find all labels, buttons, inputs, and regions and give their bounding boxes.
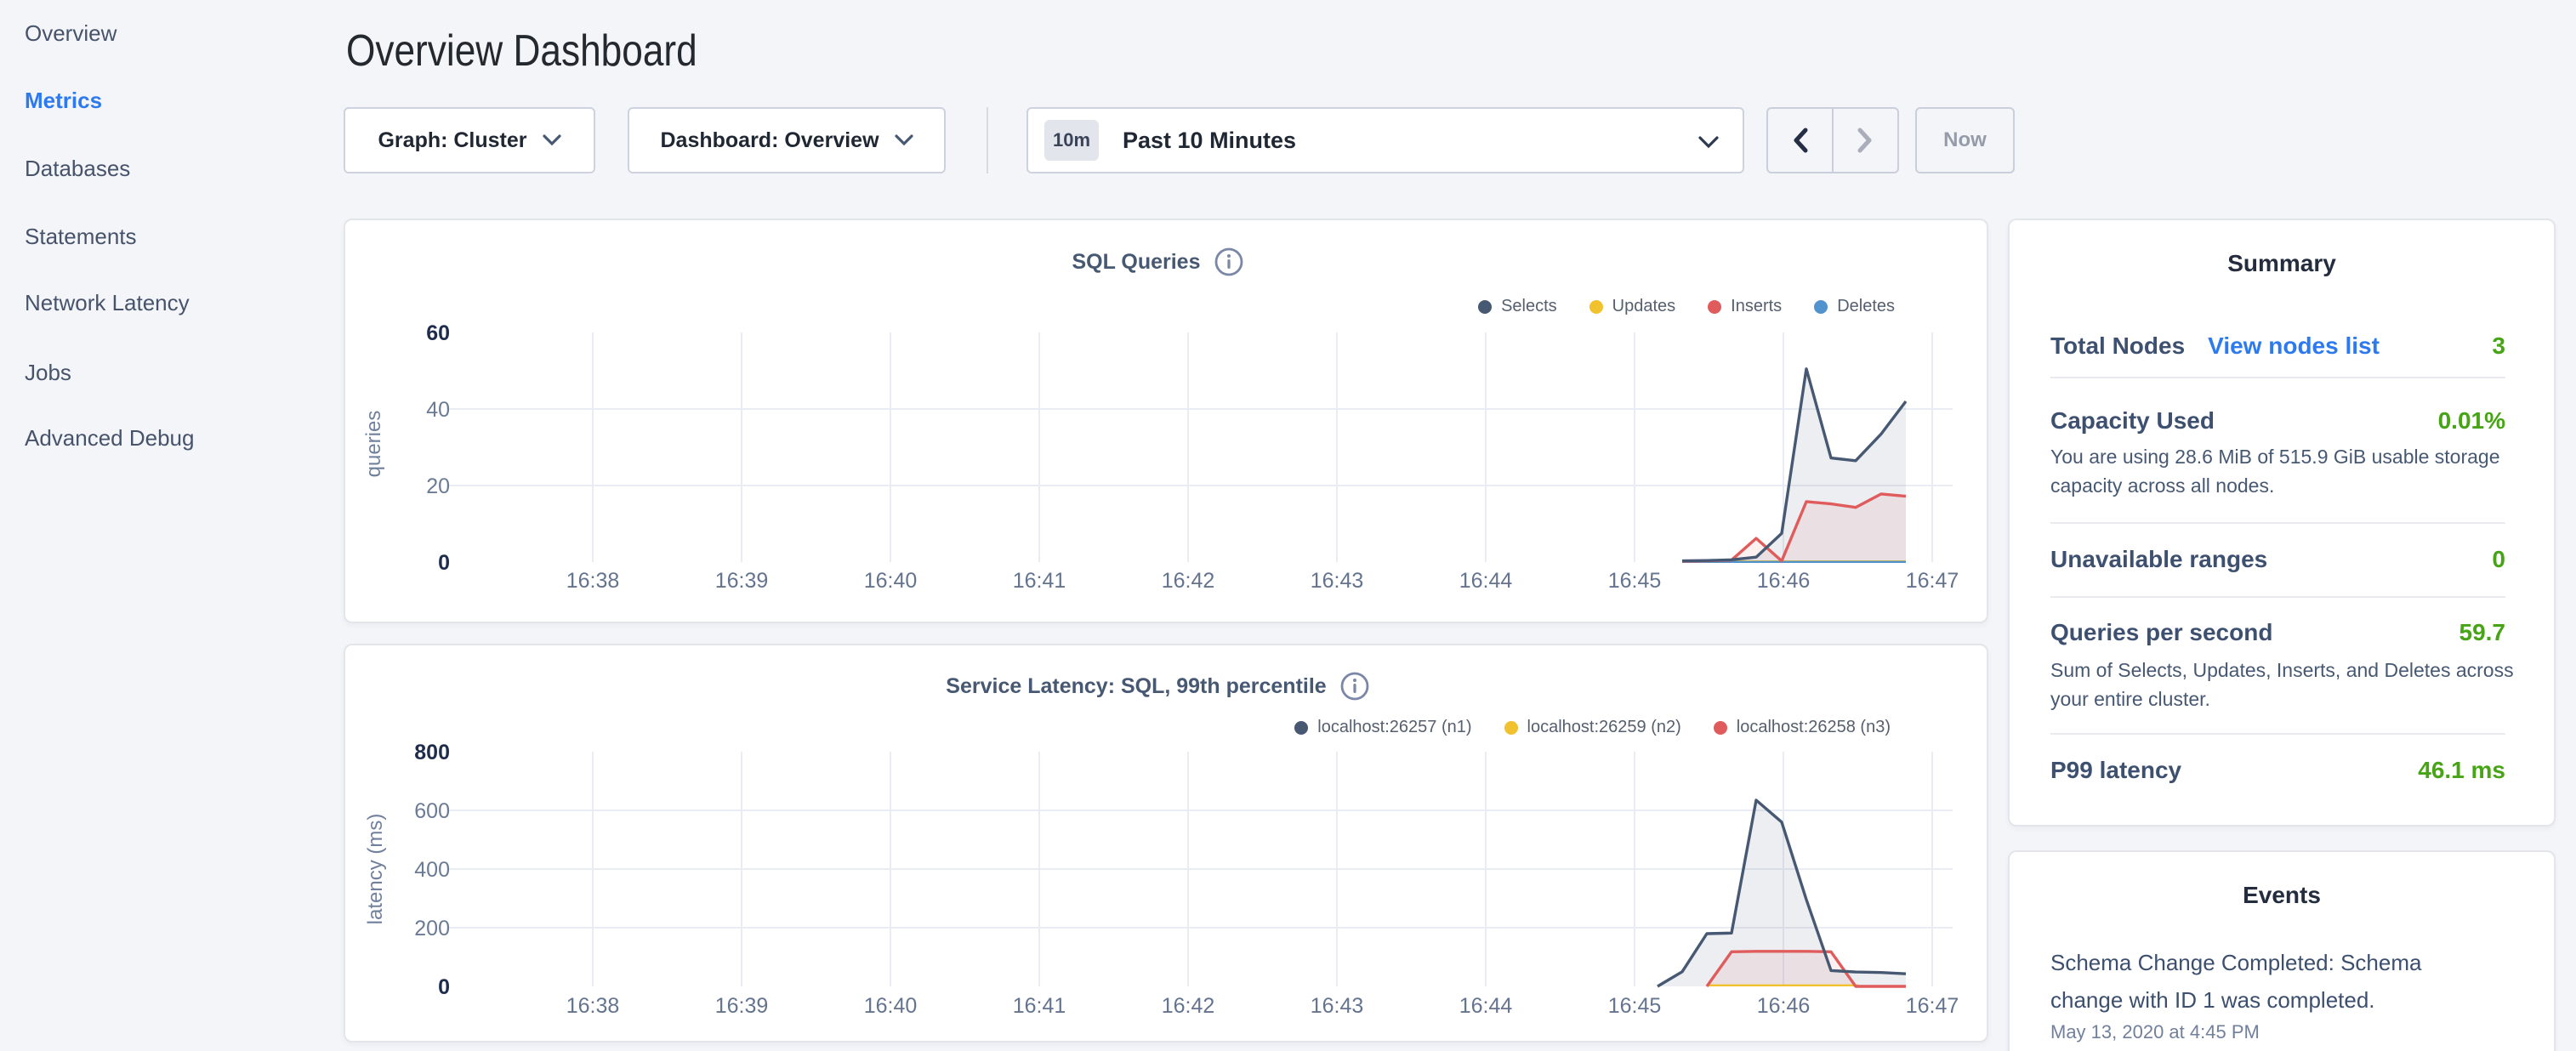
svg-text:16:46: 16:46 bbox=[1757, 569, 1811, 593]
svg-text:16:44: 16:44 bbox=[1459, 569, 1513, 593]
svg-text:queries: queries bbox=[362, 411, 385, 478]
svg-text:16:42: 16:42 bbox=[1162, 994, 1215, 1018]
svg-text:0: 0 bbox=[438, 975, 450, 999]
svg-text:16:45: 16:45 bbox=[1608, 994, 1662, 1018]
svg-text:16:40: 16:40 bbox=[864, 994, 918, 1018]
svg-text:200: 200 bbox=[414, 917, 450, 940]
svg-text:16:42: 16:42 bbox=[1162, 569, 1215, 593]
svg-text:16:39: 16:39 bbox=[715, 569, 769, 593]
svg-text:16:40: 16:40 bbox=[864, 569, 918, 593]
svg-text:600: 600 bbox=[414, 799, 450, 823]
svg-text:16:43: 16:43 bbox=[1311, 569, 1364, 593]
svg-text:16:41: 16:41 bbox=[1013, 994, 1066, 1018]
svg-text:16:46: 16:46 bbox=[1757, 994, 1811, 1018]
svg-text:16:38: 16:38 bbox=[566, 994, 620, 1018]
svg-text:60: 60 bbox=[426, 321, 450, 345]
svg-text:0: 0 bbox=[438, 551, 450, 575]
svg-text:16:44: 16:44 bbox=[1459, 994, 1513, 1018]
svg-text:latency (ms): latency (ms) bbox=[364, 814, 387, 925]
svg-text:800: 800 bbox=[414, 741, 450, 764]
svg-text:16:41: 16:41 bbox=[1013, 569, 1066, 593]
svg-text:40: 40 bbox=[426, 398, 450, 422]
svg-text:20: 20 bbox=[426, 474, 450, 498]
svg-text:16:38: 16:38 bbox=[566, 569, 620, 593]
svg-text:16:45: 16:45 bbox=[1608, 569, 1662, 593]
svg-text:400: 400 bbox=[414, 858, 450, 882]
svg-text:16:39: 16:39 bbox=[715, 994, 769, 1018]
svg-text:16:43: 16:43 bbox=[1311, 994, 1364, 1018]
svg-text:16:47: 16:47 bbox=[1906, 994, 1959, 1018]
svg-text:16:47: 16:47 bbox=[1906, 569, 1959, 593]
